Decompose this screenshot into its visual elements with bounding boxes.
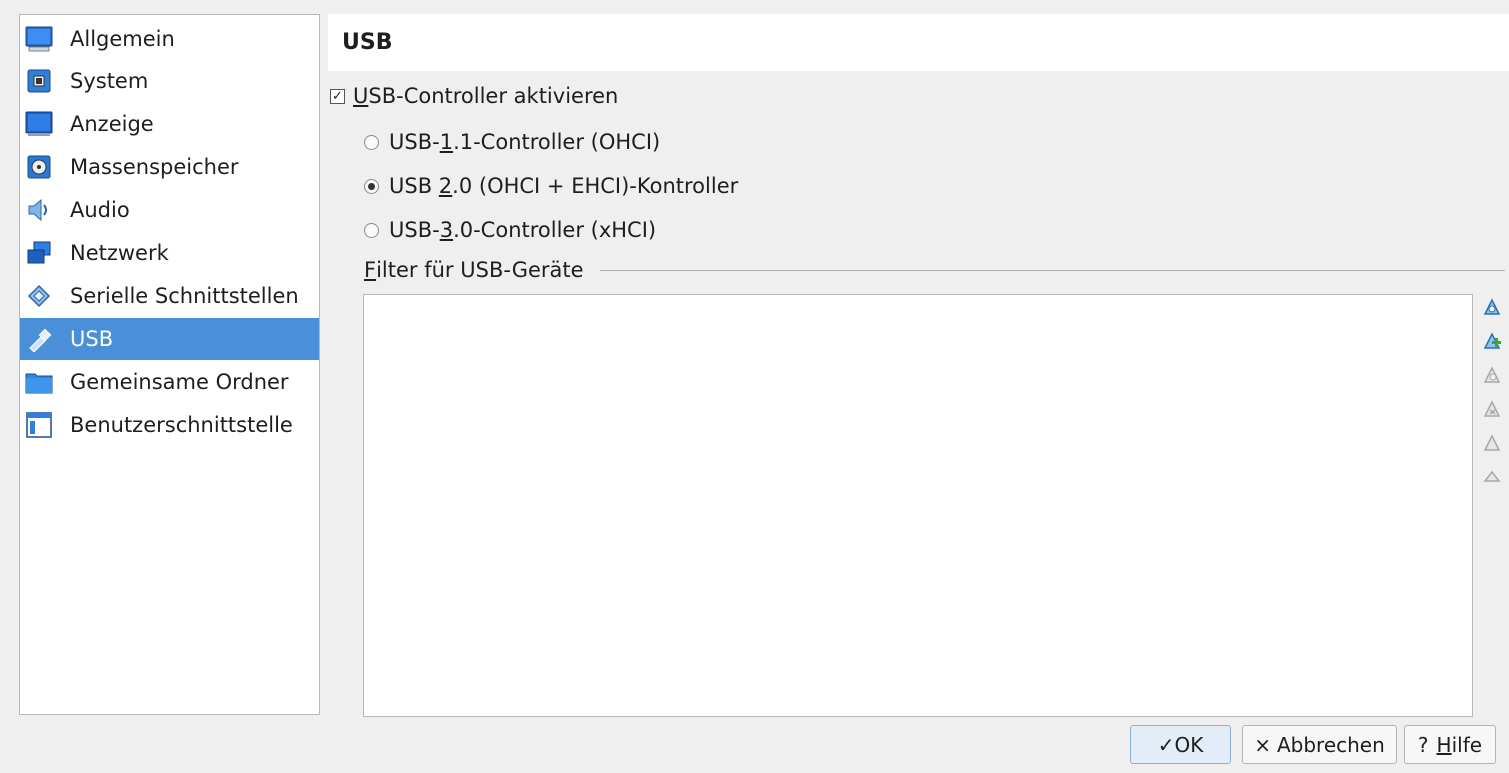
general-monitor-icon (24, 24, 54, 54)
storage-disk-icon (24, 152, 54, 182)
page-title: USB (328, 14, 1509, 71)
shared-folder-icon (24, 367, 54, 397)
sidebar-item-system[interactable]: System (20, 60, 319, 102)
display-monitor-icon (24, 109, 54, 139)
close-icon: × (1254, 732, 1271, 757)
usb-1-1-controller-radio[interactable]: USB-1.1-Controller (OHCI) (364, 130, 660, 154)
radio-button-icon (364, 178, 379, 194)
sidebar-item-audio[interactable]: Audio (20, 189, 319, 231)
sidebar-item-label: Benutzerschnittstelle (70, 413, 293, 437)
settings-dialog: Allgemein System Anzeige Massenspeicher … (0, 0, 1509, 773)
usb-1-1-controller-label: USB-1.1-Controller (OHCI) (389, 130, 661, 154)
sidebar-item-label: Netzwerk (70, 241, 169, 265)
sidebar-item-label: USB (70, 327, 114, 351)
remove-filter-icon[interactable] (1481, 398, 1503, 420)
radio-button-icon (364, 222, 379, 238)
checkmark-icon: ✓ (330, 88, 345, 104)
cancel-button[interactable]: × Abbrechen (1242, 725, 1397, 764)
sidebar-item-label: Anzeige (70, 112, 154, 136)
ok-button[interactable]: ✓ OK (1130, 725, 1231, 764)
group-divider (600, 270, 1505, 271)
sidebar-item-label: System (70, 69, 149, 93)
sidebar-item-label: Massenspeicher (70, 155, 239, 179)
audio-speaker-icon (24, 195, 54, 225)
usb-3-0-controller-radio[interactable]: USB-3.0-Controller (xHCI) (364, 218, 656, 242)
usb-filter-list[interactable] (363, 294, 1473, 717)
edit-filter-icon[interactable] (1481, 364, 1503, 386)
sidebar-item-allgemein[interactable]: Allgemein (20, 18, 319, 60)
sidebar-item-label: Audio (70, 198, 130, 222)
sidebar-item-serielle-schnittstellen[interactable]: Serielle Schnittstellen (20, 275, 319, 317)
move-filter-up-icon[interactable] (1481, 432, 1503, 454)
usb-filter-group-title: Filter für USB-Geräte (364, 258, 584, 282)
enable-usb-controller-checkbox[interactable]: ✓ USB-Controller aktivieren (330, 84, 618, 108)
usb-icon (24, 324, 54, 354)
sidebar-item-label: Serielle Schnittstellen (70, 284, 299, 308)
settings-sidebar: Allgemein System Anzeige Massenspeicher … (19, 14, 320, 715)
sidebar-item-netzwerk[interactable]: Netzwerk (20, 232, 319, 274)
help-icon: ? (1417, 732, 1429, 757)
sidebar-item-gemeinsame-ordner[interactable]: Gemeinsame Ordner (20, 361, 319, 403)
system-chip-icon (24, 66, 54, 96)
usb-2-0-controller-label: USB 2.0 (OHCI + EHCI)-Kontroller (389, 174, 739, 198)
serial-port-icon (24, 281, 54, 311)
add-filter-from-device-icon[interactable] (1481, 330, 1503, 352)
network-icon (24, 238, 54, 268)
enable-usb-controller-label: USB-Controller aktivieren (353, 84, 619, 108)
sidebar-item-label: Gemeinsame Ordner (70, 370, 289, 394)
usb-2-0-controller-radio[interactable]: USB 2.0 (OHCI + EHCI)-Kontroller (364, 174, 738, 198)
sidebar-item-benutzerschnittstelle[interactable]: Benutzerschnittstelle (20, 404, 319, 446)
sidebar-item-massenspeicher[interactable]: Massenspeicher (20, 146, 319, 188)
add-empty-filter-icon[interactable] (1481, 296, 1503, 318)
sidebar-item-anzeige[interactable]: Anzeige (20, 103, 319, 145)
radio-button-icon (364, 134, 379, 150)
user-interface-icon (24, 410, 54, 440)
sidebar-item-label: Allgemein (70, 27, 175, 51)
move-filter-down-icon[interactable] (1481, 466, 1503, 488)
sidebar-item-usb[interactable]: USB (20, 318, 319, 360)
help-button[interactable]: ? Hilfe (1404, 725, 1496, 764)
usb-3-0-controller-label: USB-3.0-Controller (xHCI) (389, 218, 657, 242)
checkmark-icon: ✓ (1157, 732, 1175, 757)
